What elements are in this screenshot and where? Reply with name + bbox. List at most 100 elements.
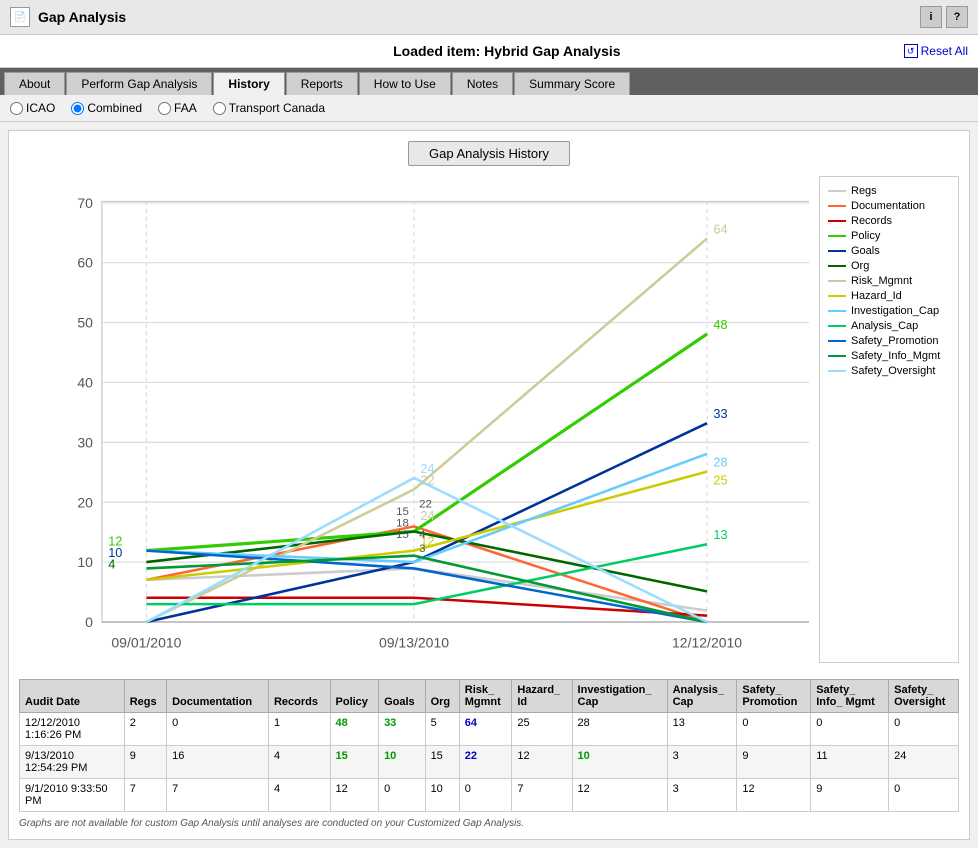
legend-policy: Policy (828, 230, 950, 242)
cell-safover-1: 0 (889, 713, 959, 746)
col-header-safety-promotion: Safety_Promotion (737, 680, 811, 713)
legend-documentation: Documentation (828, 200, 950, 212)
col-header-risk-mgmnt: Risk_Mgmnt (459, 680, 512, 713)
cell-rec-3: 4 (268, 779, 330, 812)
radio-transport-label[interactable]: Transport Canada (213, 101, 325, 115)
cell-safprom-3: 12 (737, 779, 811, 812)
svg-text:25: 25 (713, 472, 727, 487)
cell-date-2: 9/13/201012:54:29 PM (20, 746, 125, 779)
cell-policy-2: 15 (330, 746, 379, 779)
col-header-records: Records (268, 680, 330, 713)
radio-faa-label[interactable]: FAA (158, 101, 197, 115)
radio-icao-label[interactable]: ICAO (10, 101, 55, 115)
col-header-goals: Goals (379, 680, 426, 713)
legend-color-risk (828, 280, 846, 282)
cell-policy-1: 48 (330, 713, 379, 746)
legend-risk-mgmnt: Risk_Mgmnt (828, 275, 950, 287)
cell-safprom-2: 9 (737, 746, 811, 779)
svg-text:30: 30 (77, 434, 93, 450)
svg-text:28: 28 (713, 455, 727, 470)
legend-color-regs (828, 190, 846, 192)
loaded-item-label: Loaded item: Hybrid Gap Analysis (110, 43, 904, 59)
table-section: Audit Date Regs Documentation Records Po… (19, 679, 959, 812)
legend-color-analysis (828, 325, 846, 327)
corner-icons: i ? (920, 6, 968, 28)
cell-safinfo-3: 9 (811, 779, 889, 812)
cell-goals-3: 0 (379, 779, 426, 812)
legend-color-records (828, 220, 846, 222)
chart-area: 0 10 20 30 40 50 60 70 09/01/2010 09/13/… (19, 176, 959, 663)
chart-title-container: Gap Analysis History (19, 141, 959, 166)
radio-icao[interactable] (10, 102, 23, 115)
reset-all-button[interactable]: ↺ Reset All (904, 44, 968, 58)
svg-text:20: 20 (77, 494, 93, 510)
cell-policy-3: 12 (330, 779, 379, 812)
svg-text:15: 15 (396, 506, 409, 518)
tab-history[interactable]: History (213, 72, 284, 95)
cell-inv-3: 12 (572, 779, 667, 812)
cell-hazard-2: 12 (512, 746, 572, 779)
title-bar: 📄 Gap Analysis i ? (0, 0, 978, 35)
cell-inv-2: 10 (572, 746, 667, 779)
tab-reports[interactable]: Reports (286, 72, 358, 95)
svg-text:60: 60 (77, 255, 93, 271)
help-icon[interactable]: ? (946, 6, 968, 28)
cell-goals-2: 10 (379, 746, 426, 779)
legend-color-goals (828, 250, 846, 252)
legend-org: Org (828, 260, 950, 272)
col-header-hazard-id: Hazard_Id (512, 680, 572, 713)
info-icon[interactable]: i (920, 6, 942, 28)
legend-color-org (828, 265, 846, 267)
svg-text:4: 4 (419, 529, 426, 541)
svg-text:18: 18 (396, 517, 409, 529)
tab-about[interactable]: About (4, 72, 65, 95)
radio-faa[interactable] (158, 102, 171, 115)
cell-doc-1: 0 (167, 713, 269, 746)
col-header-policy: Policy (330, 680, 379, 713)
cell-safover-3: 0 (889, 779, 959, 812)
radio-combined[interactable] (71, 102, 84, 115)
reset-icon: ↺ (904, 44, 918, 58)
cell-ana-3: 3 (667, 779, 737, 812)
legend-safety-info: Safety_Info_Mgmt (828, 350, 950, 362)
col-header-regs: Regs (124, 680, 166, 713)
main-content: Gap Analysis History (8, 130, 970, 840)
svg-text:22: 22 (419, 498, 432, 510)
cell-inv-1: 28 (572, 713, 667, 746)
svg-text:3: 3 (419, 543, 425, 555)
tab-perform[interactable]: Perform Gap Analysis (66, 72, 212, 95)
table-row: 9/1/2010 9:33:50PM 7 7 4 12 0 10 0 7 12 … (20, 779, 959, 812)
tab-notes[interactable]: Notes (452, 72, 513, 95)
radio-transport-canada[interactable] (213, 102, 226, 115)
svg-text:0: 0 (85, 614, 93, 630)
legend-records: Records (828, 215, 950, 227)
cell-doc-3: 7 (167, 779, 269, 812)
table-row: 12/12/20101:16:26 PM 2 0 1 48 33 5 64 25… (20, 713, 959, 746)
svg-text:50: 50 (77, 315, 93, 331)
chart-title-box: Gap Analysis History (408, 141, 570, 166)
svg-text:64: 64 (713, 221, 727, 236)
cell-ana-2: 3 (667, 746, 737, 779)
chart-wrapper: 0 10 20 30 40 50 60 70 09/01/2010 09/13/… (19, 176, 809, 663)
col-header-analysis-cap: Analysis_Cap (667, 680, 737, 713)
svg-text:24: 24 (420, 461, 434, 476)
tabs-bar: About Perform Gap Analysis History Repor… (0, 68, 978, 95)
tab-summary[interactable]: Summary Score (514, 72, 630, 95)
col-header-safety-info-mgmt: Safety_Info_ Mgmt (811, 680, 889, 713)
svg-text:40: 40 (77, 375, 93, 391)
cell-org-1: 5 (425, 713, 459, 746)
svg-text:4: 4 (108, 556, 115, 571)
header-row: Loaded item: Hybrid Gap Analysis ↺ Reset… (0, 35, 978, 68)
legend-color-safety-promotion (828, 340, 846, 342)
col-header-safety-oversight: Safety_Oversight (889, 680, 959, 713)
cell-risk-1: 64 (459, 713, 512, 746)
line-chart: 0 10 20 30 40 50 60 70 09/01/2010 09/13/… (19, 176, 809, 660)
tab-howtouse[interactable]: How to Use (359, 72, 451, 95)
legend-color-hazard (828, 295, 846, 297)
col-header-documentation: Documentation (167, 680, 269, 713)
legend-color-investigation (828, 310, 846, 312)
radio-combined-label[interactable]: Combined (71, 101, 142, 115)
legend-safety-oversight: Safety_Oversight (828, 365, 950, 377)
legend-color-safety-oversight (828, 370, 846, 372)
cell-hazard-1: 25 (512, 713, 572, 746)
